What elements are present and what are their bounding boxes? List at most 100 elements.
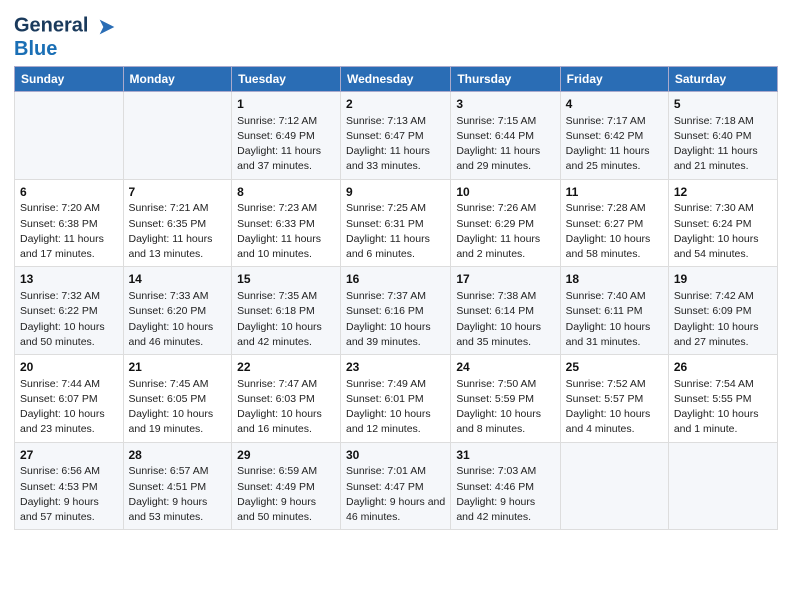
day-number: 17 [456,271,554,288]
day-info: Sunrise: 7:17 AM Sunset: 6:42 PM Dayligh… [566,114,663,175]
calendar-cell: 2Sunrise: 7:13 AM Sunset: 6:47 PM Daylig… [341,92,451,180]
calendar-cell: 20Sunrise: 7:44 AM Sunset: 6:07 PM Dayli… [15,355,124,443]
day-number: 13 [20,271,118,288]
day-number: 3 [456,96,554,113]
day-number: 4 [566,96,663,113]
day-number: 9 [346,184,445,201]
calendar-cell [123,92,232,180]
day-number: 30 [346,447,445,464]
day-info: Sunrise: 7:21 AM Sunset: 6:35 PM Dayligh… [129,201,227,262]
day-info: Sunrise: 7:40 AM Sunset: 6:11 PM Dayligh… [566,289,663,350]
day-info: Sunrise: 7:49 AM Sunset: 6:01 PM Dayligh… [346,377,445,438]
day-info: Sunrise: 7:15 AM Sunset: 6:44 PM Dayligh… [456,114,554,175]
logo-blue: Blue [14,38,57,60]
calendar-week-row: 6Sunrise: 7:20 AM Sunset: 6:38 PM Daylig… [15,179,778,267]
day-number: 12 [674,184,772,201]
calendar-cell: 18Sunrise: 7:40 AM Sunset: 6:11 PM Dayli… [560,267,668,355]
calendar-cell: 21Sunrise: 7:45 AM Sunset: 6:05 PM Dayli… [123,355,232,443]
calendar-cell: 25Sunrise: 7:52 AM Sunset: 5:57 PM Dayli… [560,355,668,443]
day-info: Sunrise: 7:25 AM Sunset: 6:31 PM Dayligh… [346,201,445,262]
day-info: Sunrise: 7:20 AM Sunset: 6:38 PM Dayligh… [20,201,118,262]
day-number: 8 [237,184,335,201]
calendar-cell: 14Sunrise: 7:33 AM Sunset: 6:20 PM Dayli… [123,267,232,355]
day-info: Sunrise: 7:18 AM Sunset: 6:40 PM Dayligh… [674,114,772,175]
calendar-day-header: Tuesday [232,67,341,92]
day-number: 7 [129,184,227,201]
day-number: 15 [237,271,335,288]
day-info: Sunrise: 7:50 AM Sunset: 5:59 PM Dayligh… [456,377,554,438]
day-number: 5 [674,96,772,113]
logo: General Blue [14,14,118,60]
calendar-day-header: Friday [560,67,668,92]
day-number: 25 [566,359,663,376]
calendar-week-row: 13Sunrise: 7:32 AM Sunset: 6:22 PM Dayli… [15,267,778,355]
calendar-day-header: Sunday [15,67,124,92]
calendar-day-header: Wednesday [341,67,451,92]
calendar-cell: 24Sunrise: 7:50 AM Sunset: 5:59 PM Dayli… [451,355,560,443]
day-info: Sunrise: 7:13 AM Sunset: 6:47 PM Dayligh… [346,114,445,175]
calendar-cell: 1Sunrise: 7:12 AM Sunset: 6:49 PM Daylig… [232,92,341,180]
day-info: Sunrise: 7:47 AM Sunset: 6:03 PM Dayligh… [237,377,335,438]
calendar-cell: 4Sunrise: 7:17 AM Sunset: 6:42 PM Daylig… [560,92,668,180]
calendar-cell: 26Sunrise: 7:54 AM Sunset: 5:55 PM Dayli… [668,355,777,443]
calendar-cell: 6Sunrise: 7:20 AM Sunset: 6:38 PM Daylig… [15,179,124,267]
logo-text: General Blue [14,14,118,60]
day-info: Sunrise: 7:12 AM Sunset: 6:49 PM Dayligh… [237,114,335,175]
calendar-day-header: Saturday [668,67,777,92]
calendar-cell: 23Sunrise: 7:49 AM Sunset: 6:01 PM Dayli… [341,355,451,443]
calendar-week-row: 1Sunrise: 7:12 AM Sunset: 6:49 PM Daylig… [15,92,778,180]
day-info: Sunrise: 7:28 AM Sunset: 6:27 PM Dayligh… [566,201,663,262]
day-info: Sunrise: 7:03 AM Sunset: 4:46 PM Dayligh… [456,464,554,525]
day-number: 19 [674,271,772,288]
day-info: Sunrise: 7:30 AM Sunset: 6:24 PM Dayligh… [674,201,772,262]
logo-icon [96,16,118,38]
day-info: Sunrise: 7:32 AM Sunset: 6:22 PM Dayligh… [20,289,118,350]
calendar-cell: 27Sunrise: 6:56 AM Sunset: 4:53 PM Dayli… [15,442,124,530]
day-info: Sunrise: 7:35 AM Sunset: 6:18 PM Dayligh… [237,289,335,350]
calendar-cell [668,442,777,530]
header: General Blue [14,10,778,60]
day-number: 14 [129,271,227,288]
day-info: Sunrise: 6:57 AM Sunset: 4:51 PM Dayligh… [129,464,227,525]
day-number: 28 [129,447,227,464]
calendar-cell: 11Sunrise: 7:28 AM Sunset: 6:27 PM Dayli… [560,179,668,267]
calendar-cell: 17Sunrise: 7:38 AM Sunset: 6:14 PM Dayli… [451,267,560,355]
day-info: Sunrise: 7:33 AM Sunset: 6:20 PM Dayligh… [129,289,227,350]
day-info: Sunrise: 7:01 AM Sunset: 4:47 PM Dayligh… [346,464,445,525]
calendar-header-row: SundayMondayTuesdayWednesdayThursdayFrid… [15,67,778,92]
day-number: 6 [20,184,118,201]
calendar-cell: 28Sunrise: 6:57 AM Sunset: 4:51 PM Dayli… [123,442,232,530]
day-info: Sunrise: 7:54 AM Sunset: 5:55 PM Dayligh… [674,377,772,438]
day-number: 20 [20,359,118,376]
calendar-cell [15,92,124,180]
calendar-cell: 9Sunrise: 7:25 AM Sunset: 6:31 PM Daylig… [341,179,451,267]
day-number: 31 [456,447,554,464]
calendar-cell: 7Sunrise: 7:21 AM Sunset: 6:35 PM Daylig… [123,179,232,267]
calendar-cell: 15Sunrise: 7:35 AM Sunset: 6:18 PM Dayli… [232,267,341,355]
page: General Blue SundayMondayTuesdayWednesda… [0,0,792,612]
logo-general: General [14,14,88,36]
calendar-cell: 10Sunrise: 7:26 AM Sunset: 6:29 PM Dayli… [451,179,560,267]
day-info: Sunrise: 7:23 AM Sunset: 6:33 PM Dayligh… [237,201,335,262]
day-number: 11 [566,184,663,201]
day-number: 22 [237,359,335,376]
calendar-cell: 22Sunrise: 7:47 AM Sunset: 6:03 PM Dayli… [232,355,341,443]
calendar-cell: 5Sunrise: 7:18 AM Sunset: 6:40 PM Daylig… [668,92,777,180]
calendar-cell: 30Sunrise: 7:01 AM Sunset: 4:47 PM Dayli… [341,442,451,530]
calendar-cell: 8Sunrise: 7:23 AM Sunset: 6:33 PM Daylig… [232,179,341,267]
day-info: Sunrise: 7:37 AM Sunset: 6:16 PM Dayligh… [346,289,445,350]
calendar-week-row: 27Sunrise: 6:56 AM Sunset: 4:53 PM Dayli… [15,442,778,530]
day-number: 24 [456,359,554,376]
calendar-cell: 31Sunrise: 7:03 AM Sunset: 4:46 PM Dayli… [451,442,560,530]
calendar-table: SundayMondayTuesdayWednesdayThursdayFrid… [14,66,778,530]
day-info: Sunrise: 7:38 AM Sunset: 6:14 PM Dayligh… [456,289,554,350]
calendar-cell [560,442,668,530]
day-number: 27 [20,447,118,464]
calendar-cell: 3Sunrise: 7:15 AM Sunset: 6:44 PM Daylig… [451,92,560,180]
day-number: 26 [674,359,772,376]
day-info: Sunrise: 7:26 AM Sunset: 6:29 PM Dayligh… [456,201,554,262]
day-number: 1 [237,96,335,113]
calendar-week-row: 20Sunrise: 7:44 AM Sunset: 6:07 PM Dayli… [15,355,778,443]
calendar-cell: 29Sunrise: 6:59 AM Sunset: 4:49 PM Dayli… [232,442,341,530]
day-number: 21 [129,359,227,376]
